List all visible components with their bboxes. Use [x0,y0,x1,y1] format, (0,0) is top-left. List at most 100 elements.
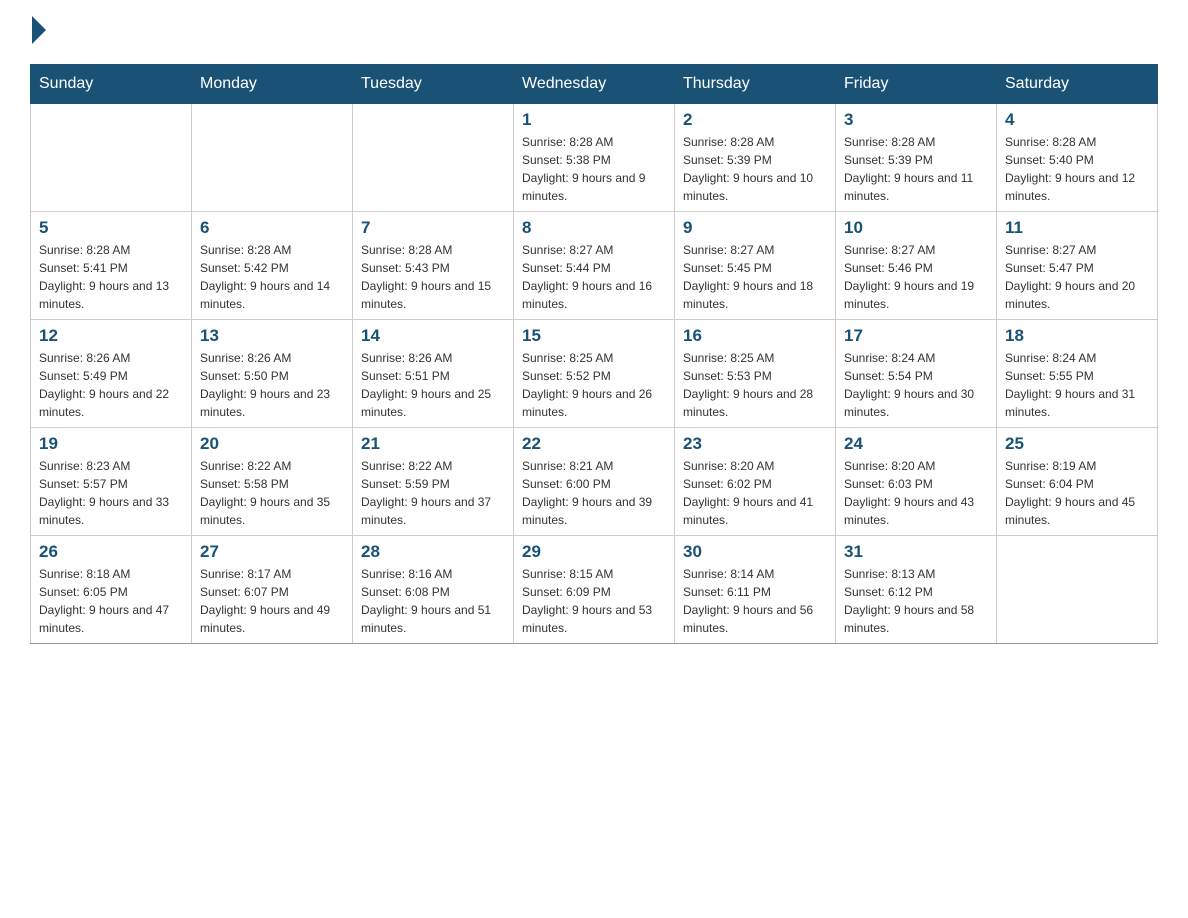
day-info: Sunrise: 8:25 AM Sunset: 5:52 PM Dayligh… [522,349,666,421]
calendar-cell: 22Sunrise: 8:21 AM Sunset: 6:00 PM Dayli… [514,428,675,536]
day-info: Sunrise: 8:24 AM Sunset: 5:55 PM Dayligh… [1005,349,1149,421]
calendar-cell: 19Sunrise: 8:23 AM Sunset: 5:57 PM Dayli… [31,428,192,536]
calendar-cell [192,104,353,212]
calendar-header-row: SundayMondayTuesdayWednesdayThursdayFrid… [31,65,1158,104]
calendar-header-friday: Friday [836,65,997,104]
day-number: 23 [683,434,827,454]
calendar-cell: 28 Sunrise: 8:16 AM Sunset: 6:08 PM Dayli… [353,536,514,644]
day-number: 3 [844,110,988,130]
day-info: Sunrise: 8:28 AM Sunset: 5:42 PM Dayligh… [200,241,344,313]
calendar-cell: 14 Sunrise: 8:26 AM Sunset: 5:51 PM Dayli… [353,320,514,428]
calendar-cell: 15 Sunrise: 8:25 AM Sunset: 5:52 PM Dayli… [514,320,675,428]
day-info: Sunrise: 8:20 AM Sunset: 6:02 PM Dayligh… [683,457,827,529]
day-info: Sunrise: 8:26 AM Sunset: 5:49 PM Dayligh… [39,349,183,421]
calendar-cell: 9 Sunrise: 8:27 AM Sunset: 5:45 PM Daylig… [675,212,836,320]
day-number: 1 [522,110,666,130]
day-info: Sunrise: 8:26 AM Sunset: 5:51 PM Dayligh… [361,349,505,421]
day-info: Sunrise: 8:27 AM Sunset: 5:47 PM Dayligh… [1005,241,1149,313]
calendar-cell: 1Sunrise: 8:28 AM Sunset: 5:38 PM Daylig… [514,104,675,212]
day-info: Sunrise: 8:28 AM Sunset: 5:43 PM Dayligh… [361,241,505,313]
day-number: 25 [1005,434,1149,454]
day-info: Sunrise: 8:26 AM Sunset: 5:50 PM Dayligh… [200,349,344,421]
calendar-cell: 30Sunrise: 8:14 AM Sunset: 6:11 PM Dayli… [675,536,836,644]
day-number: 24 [844,434,988,454]
calendar-header-sunday: Sunday [31,65,192,104]
calendar-cell: 10 Sunrise: 8:27 AM Sunset: 5:46 PM Dayli… [836,212,997,320]
calendar-cell: 5 Sunrise: 8:28 AM Sunset: 5:41 PM Daylig… [31,212,192,320]
day-number: 10 [844,218,988,238]
calendar-week-row: 12 Sunrise: 8:26 AM Sunset: 5:49 PM Dayli… [31,320,1158,428]
day-number: 6 [200,218,344,238]
day-info: Sunrise: 8:18 AM Sunset: 6:05 PM Dayligh… [39,565,183,637]
logo-triangle-icon [32,16,46,44]
calendar-cell: 2Sunrise: 8:28 AM Sunset: 5:39 PM Daylig… [675,104,836,212]
day-number: 22 [522,434,666,454]
calendar-cell [353,104,514,212]
day-number: 17 [844,326,988,346]
day-number: 5 [39,218,183,238]
calendar-cell: 6 Sunrise: 8:28 AM Sunset: 5:42 PM Daylig… [192,212,353,320]
day-info: Sunrise: 8:20 AM Sunset: 6:03 PM Dayligh… [844,457,988,529]
day-number: 12 [39,326,183,346]
day-info: Sunrise: 8:25 AM Sunset: 5:53 PM Dayligh… [683,349,827,421]
day-info: Sunrise: 8:28 AM Sunset: 5:40 PM Dayligh… [1005,133,1149,205]
day-number: 11 [1005,218,1149,238]
day-number: 2 [683,110,827,130]
calendar-cell: 8 Sunrise: 8:27 AM Sunset: 5:44 PM Daylig… [514,212,675,320]
day-info: Sunrise: 8:15 AM Sunset: 6:09 PM Dayligh… [522,565,666,637]
day-info: Sunrise: 8:16 AM Sunset: 6:08 PM Dayligh… [361,565,505,637]
calendar-cell: 13 Sunrise: 8:26 AM Sunset: 5:50 PM Dayli… [192,320,353,428]
day-info: Sunrise: 8:17 AM Sunset: 6:07 PM Dayligh… [200,565,344,637]
day-info: Sunrise: 8:27 AM Sunset: 5:44 PM Dayligh… [522,241,666,313]
calendar-table: SundayMondayTuesdayWednesdayThursdayFrid… [30,64,1158,644]
day-number: 9 [683,218,827,238]
day-number: 26 [39,542,183,562]
calendar-header-wednesday: Wednesday [514,65,675,104]
day-number: 18 [1005,326,1149,346]
day-info: Sunrise: 8:19 AM Sunset: 6:04 PM Dayligh… [1005,457,1149,529]
calendar-cell: 26 Sunrise: 8:18 AM Sunset: 6:05 PM Dayli… [31,536,192,644]
calendar-cell: 12 Sunrise: 8:26 AM Sunset: 5:49 PM Dayli… [31,320,192,428]
calendar-week-row: 5 Sunrise: 8:28 AM Sunset: 5:41 PM Daylig… [31,212,1158,320]
day-info: Sunrise: 8:23 AM Sunset: 5:57 PM Dayligh… [39,457,183,529]
day-number: 4 [1005,110,1149,130]
calendar-cell: 3 Sunrise: 8:28 AM Sunset: 5:39 PM Daylig… [836,104,997,212]
day-number: 15 [522,326,666,346]
calendar-cell: 25 Sunrise: 8:19 AM Sunset: 6:04 PM Dayli… [997,428,1158,536]
day-number: 8 [522,218,666,238]
day-info: Sunrise: 8:27 AM Sunset: 5:45 PM Dayligh… [683,241,827,313]
day-number: 27 [200,542,344,562]
day-number: 21 [361,434,505,454]
calendar-cell [31,104,192,212]
day-info: Sunrise: 8:22 AM Sunset: 5:59 PM Dayligh… [361,457,505,529]
logo [30,20,46,44]
day-number: 13 [200,326,344,346]
day-number: 14 [361,326,505,346]
calendar-cell: 20 Sunrise: 8:22 AM Sunset: 5:58 PM Dayli… [192,428,353,536]
day-info: Sunrise: 8:28 AM Sunset: 5:41 PM Dayligh… [39,241,183,313]
calendar-cell: 4 Sunrise: 8:28 AM Sunset: 5:40 PM Daylig… [997,104,1158,212]
calendar-cell: 23 Sunrise: 8:20 AM Sunset: 6:02 PM Dayli… [675,428,836,536]
day-info: Sunrise: 8:22 AM Sunset: 5:58 PM Dayligh… [200,457,344,529]
day-info: Sunrise: 8:28 AM Sunset: 5:39 PM Dayligh… [844,133,988,205]
calendar-cell: 16 Sunrise: 8:25 AM Sunset: 5:53 PM Dayli… [675,320,836,428]
calendar-cell: 21 Sunrise: 8:22 AM Sunset: 5:59 PM Dayli… [353,428,514,536]
day-info: Sunrise: 8:27 AM Sunset: 5:46 PM Dayligh… [844,241,988,313]
calendar-header-saturday: Saturday [997,65,1158,104]
calendar-cell: 17 Sunrise: 8:24 AM Sunset: 5:54 PM Dayli… [836,320,997,428]
calendar-header-monday: Monday [192,65,353,104]
calendar-cell: 29Sunrise: 8:15 AM Sunset: 6:09 PM Dayli… [514,536,675,644]
day-info: Sunrise: 8:13 AM Sunset: 6:12 PM Dayligh… [844,565,988,637]
calendar-header-tuesday: Tuesday [353,65,514,104]
calendar-week-row: 1Sunrise: 8:28 AM Sunset: 5:38 PM Daylig… [31,104,1158,212]
day-info: Sunrise: 8:14 AM Sunset: 6:11 PM Dayligh… [683,565,827,637]
day-info: Sunrise: 8:24 AM Sunset: 5:54 PM Dayligh… [844,349,988,421]
page-header [30,20,1158,44]
calendar-cell: 31Sunrise: 8:13 AM Sunset: 6:12 PM Dayli… [836,536,997,644]
calendar-cell: 7Sunrise: 8:28 AM Sunset: 5:43 PM Daylig… [353,212,514,320]
calendar-week-row: 19Sunrise: 8:23 AM Sunset: 5:57 PM Dayli… [31,428,1158,536]
day-number: 16 [683,326,827,346]
day-number: 28 [361,542,505,562]
day-number: 20 [200,434,344,454]
calendar-header-thursday: Thursday [675,65,836,104]
